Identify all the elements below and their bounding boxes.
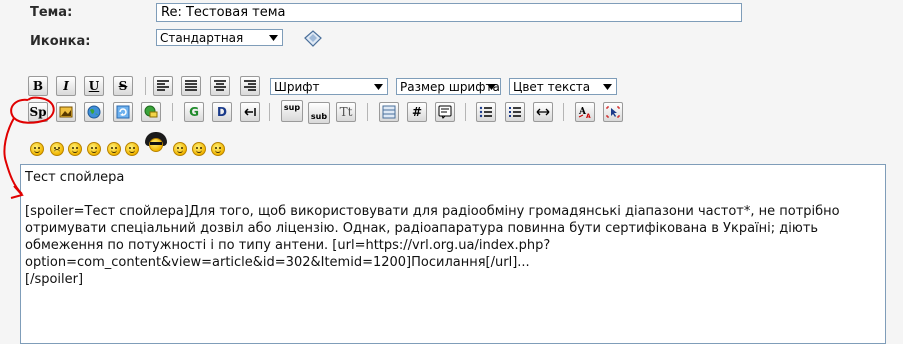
video-button[interactable]: [113, 102, 133, 122]
svg-text:A: A: [586, 113, 591, 119]
icon-label: Иконка:: [30, 34, 91, 49]
list-item-icon: [509, 107, 521, 117]
smile-glasses-icon[interactable]: [87, 142, 101, 156]
align-right-icon: [244, 80, 256, 91]
smile-wink-icon[interactable]: [107, 142, 121, 156]
superscript-button[interactable]: sup: [281, 100, 303, 122]
icon-select[interactable]: Стандартная: [156, 29, 283, 46]
strike-button[interactable]: S: [113, 76, 133, 96]
bold-button[interactable]: B: [28, 76, 48, 96]
align-justify-button[interactable]: [181, 76, 201, 96]
refresh-icon: [116, 105, 130, 119]
message-textarea[interactable]: Тест спойлера [spoiler=Тест спойлера]Для…: [20, 164, 886, 344]
font-format-icon: AA: [578, 107, 591, 119]
list-button[interactable]: [476, 102, 496, 122]
align-justify-icon: [185, 80, 197, 91]
subject-input[interactable]: [156, 3, 742, 22]
icon-preview-icon: [303, 29, 323, 49]
sup-label: sup: [283, 103, 301, 112]
globe-icon: [87, 105, 101, 119]
text-color-select[interactable]: Цвет текста: [509, 78, 617, 95]
spoiler-label: Sp: [29, 105, 47, 119]
toolbar-divider: [269, 103, 270, 121]
link-button[interactable]: [84, 102, 104, 122]
toolbar-divider: [145, 77, 146, 95]
bold-label: B: [32, 79, 44, 93]
toolbar-divider: [563, 103, 564, 121]
toolbar-divider: [367, 103, 368, 121]
arrows-horizontal-icon: [536, 108, 550, 116]
quote-button[interactable]: [435, 102, 455, 122]
chevron-down-icon: [601, 80, 614, 93]
icon-select-value: Стандартная: [160, 31, 244, 45]
smile-tongue-icon[interactable]: [125, 142, 139, 156]
smile-sad-icon[interactable]: [50, 142, 64, 156]
align-right-button[interactable]: [240, 76, 260, 96]
table-icon: [382, 105, 396, 119]
list-item-button[interactable]: [505, 102, 525, 122]
underline-button[interactable]: U: [84, 76, 104, 96]
select-button[interactable]: [603, 102, 623, 122]
bulleted-list-icon: [479, 106, 492, 118]
strike-label: S: [118, 79, 128, 93]
text-color-select-value: Цвет текста: [513, 80, 591, 94]
teletype-button[interactable]: Tt: [336, 102, 356, 122]
subscript-button[interactable]: sub: [308, 102, 330, 124]
font-size-select[interactable]: Размер шрифта: [396, 78, 501, 95]
google-button[interactable]: G: [184, 102, 204, 122]
sub-label: sub: [310, 112, 328, 121]
google-label: G: [189, 105, 199, 119]
align-center-button[interactable]: [210, 76, 230, 96]
smile-cool-icon[interactable]: [30, 142, 44, 156]
quote-icon: [438, 105, 452, 119]
d-button[interactable]: D: [212, 102, 232, 122]
underline-label: U: [88, 79, 100, 93]
toolbar-divider: [172, 103, 173, 121]
hash-label: #: [411, 105, 423, 119]
image-button[interactable]: [56, 102, 76, 122]
globe-mail-icon: [144, 105, 158, 118]
align-left-icon: [157, 80, 169, 91]
italic-label: I: [63, 79, 69, 93]
smile-afro-icon[interactable]: [145, 132, 167, 156]
smile-angry-icon[interactable]: [68, 142, 82, 156]
spoiler-button[interactable]: Sp: [28, 102, 48, 122]
chevron-down-icon: [267, 31, 280, 44]
cursor-select-icon: [606, 106, 620, 118]
indent-button[interactable]: [240, 102, 260, 122]
align-left-button[interactable]: [153, 76, 173, 96]
italic-button[interactable]: I: [56, 76, 76, 96]
smile-happy-icon[interactable]: [211, 142, 225, 156]
image-icon: [59, 106, 73, 118]
subject-label: Тема:: [30, 5, 73, 20]
smile-laugh-icon[interactable]: [192, 142, 206, 156]
code-button[interactable]: #: [407, 102, 427, 122]
toolbar-divider: [465, 103, 466, 121]
align-center-icon: [214, 80, 226, 91]
horizontal-rule-button[interactable]: [533, 102, 553, 122]
chevron-down-icon: [485, 80, 498, 93]
font-format-button[interactable]: AA: [575, 102, 595, 122]
font-select-value: Шрифт: [274, 80, 320, 94]
tt-label: Tt: [339, 105, 353, 119]
d-label: D: [217, 105, 227, 119]
font-select[interactable]: Шрифт: [270, 78, 388, 95]
arrow-left-bar-icon: [244, 108, 256, 116]
email-button[interactable]: [141, 102, 161, 122]
chevron-down-icon: [372, 80, 385, 93]
table-button[interactable]: [379, 102, 399, 122]
smile-grin-icon[interactable]: [173, 142, 187, 156]
